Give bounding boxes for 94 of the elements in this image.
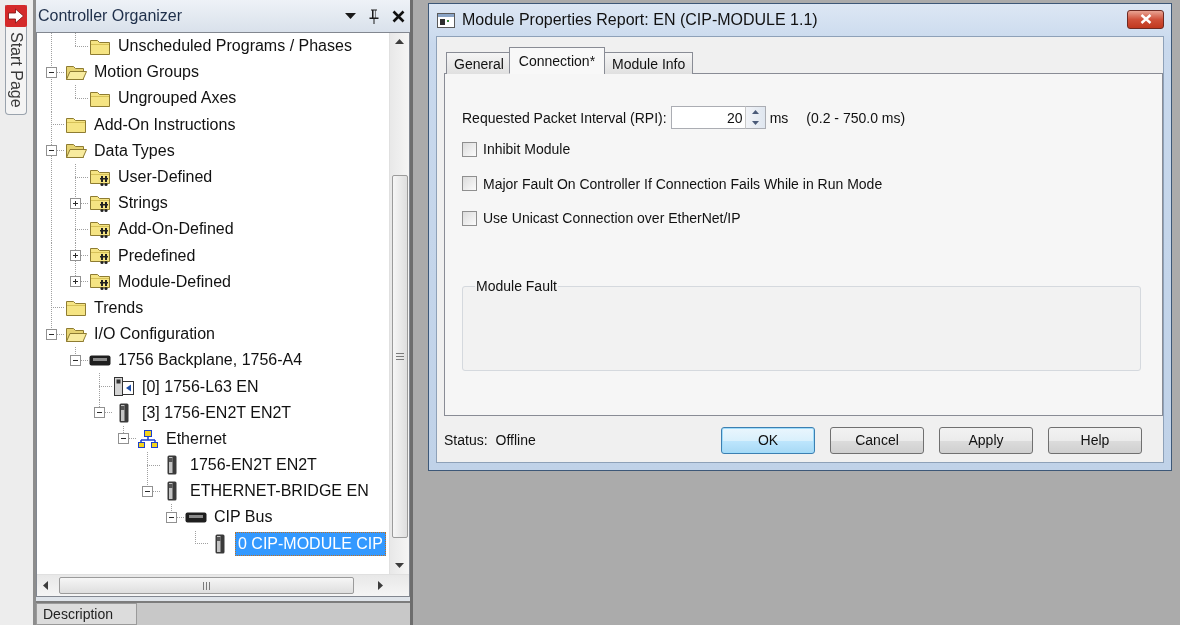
collapse-icon[interactable] [46, 145, 57, 157]
collapse-icon[interactable] [70, 354, 81, 366]
close-icon [1139, 14, 1152, 24]
scroll-thumb[interactable] [391, 175, 408, 538]
tree-item[interactable]: [3] 1756-EN2T EN2T [139, 400, 295, 425]
dialog-button[interactable]: OK [721, 426, 815, 454]
checkbox[interactable] [462, 210, 477, 226]
tree-item[interactable]: Ethernet [163, 426, 230, 451]
dialog-button[interactable]: Apply [939, 426, 1033, 454]
panel-title: Controller Organizer [38, 7, 184, 25]
checkbox[interactable] [462, 141, 477, 157]
tree-item[interactable]: 1756 Backplane, 1756-A4 [115, 348, 306, 373]
up-caret-icon[interactable] [751, 110, 759, 115]
expand-icon[interactable] [70, 197, 81, 209]
module-icon [167, 455, 177, 476]
tree-item[interactable]: Add-On-Defined [115, 217, 237, 242]
range-text: (0.2 - 750.0 ms) [806, 109, 906, 126]
field-label: Requested Packet Interval (RPI): [462, 109, 667, 126]
chassis-icon [89, 354, 111, 366]
tab[interactable]: Module Info [604, 52, 694, 74]
down-arrow-icon[interactable] [395, 563, 404, 568]
folder-symbol-icon [89, 219, 111, 239]
tree-item[interactable]: ETHERNET-BRIDGE EN [187, 479, 372, 504]
checkbox-label: Major Fault On Controller If Connection Fails While in Run Mode [483, 175, 883, 192]
collapse-icon[interactable] [118, 433, 129, 445]
description-header: Description [36, 603, 137, 625]
grip-icon [203, 581, 210, 590]
tab[interactable]: Connection* [508, 47, 606, 74]
tree-item[interactable]: Strings [115, 191, 171, 216]
folder-icon [65, 116, 87, 134]
status-label: Status: [444, 432, 488, 448]
tree-item[interactable]: 1756-EN2T EN2T [187, 453, 320, 478]
arrow-icon [5, 5, 27, 27]
tree-item[interactable]: Module-Defined [115, 269, 234, 294]
start-page-tab[interactable]: Start Page [5, 5, 27, 115]
tree-item[interactable]: Data Types [91, 138, 178, 163]
left-arrow-icon[interactable] [43, 581, 48, 590]
close-button[interactable] [1127, 9, 1164, 29]
tree-item[interactable]: I/O Configuration [91, 322, 218, 347]
vertical-scrollbar[interactable] [389, 33, 409, 574]
module-arrow-icon [114, 377, 134, 397]
module-icon [119, 402, 129, 423]
scroll-thumb[interactable] [59, 577, 354, 594]
status-value: Offline [495, 432, 536, 448]
collapse-icon[interactable] [166, 511, 177, 523]
unit-label: ms [769, 109, 789, 126]
tab[interactable]: General [446, 52, 512, 74]
folder-icon [65, 299, 87, 317]
tree-item[interactable]: Add-On Instructions [91, 112, 239, 137]
tree-item[interactable]: CIP Bus [211, 505, 276, 530]
collapse-icon[interactable] [94, 407, 105, 419]
expand-icon[interactable] [70, 276, 81, 288]
folder-symbol-icon [89, 246, 111, 266]
pin-icon[interactable] [369, 8, 379, 24]
folder-symbol-icon [89, 167, 111, 187]
tree-item[interactable]: [0] 1756-L63 EN [139, 374, 262, 399]
module-icon [215, 533, 225, 554]
tree-item[interactable]: Ungrouped Axes [115, 86, 240, 111]
window-icon [437, 12, 455, 28]
expand-icon[interactable] [70, 250, 81, 262]
tree-item[interactable]: User-Defined [115, 165, 216, 190]
tree-item[interactable]: Unscheduled Programs / Phases [115, 34, 355, 59]
tree-item[interactable]: Predefined [115, 243, 199, 268]
open-folder-icon [65, 325, 87, 343]
checkbox[interactable] [462, 176, 477, 191]
folder-icon [89, 37, 111, 55]
checkbox-label: Use Unicast Connection over EtherNet/IP [483, 210, 741, 226]
dialog-button[interactable]: Cancel [830, 426, 924, 454]
open-folder-icon [65, 142, 87, 160]
up-arrow-icon[interactable] [395, 39, 404, 44]
tree-item[interactable]: Trends [91, 295, 147, 320]
down-caret-icon[interactable] [751, 120, 759, 125]
dialog-title: Module Properties Report: EN (CIP-MODULE 1.1) [462, 11, 819, 29]
dialog-button[interactable]: Help [1048, 426, 1142, 454]
group-title: Module Fault [475, 278, 558, 294]
caret-icon[interactable] [345, 13, 356, 19]
folder-symbol-icon [89, 272, 111, 292]
collapse-icon[interactable] [46, 328, 57, 340]
folder-icon [89, 89, 111, 107]
collapse-icon[interactable] [46, 66, 57, 78]
chassis-icon [185, 511, 207, 523]
horizontal-scrollbar[interactable] [37, 574, 409, 596]
folder-symbol-icon [89, 193, 111, 213]
number-input[interactable]: 20 [670, 106, 745, 129]
grip-icon [395, 353, 404, 360]
right-arrow-icon[interactable] [378, 581, 383, 590]
open-folder-icon [65, 63, 87, 81]
collapse-icon[interactable] [142, 485, 153, 497]
close-icon[interactable] [392, 9, 405, 23]
spin-control[interactable] [744, 106, 766, 129]
network-icon [138, 429, 158, 448]
module-icon [167, 481, 177, 502]
checkbox-label: Inhibit Module [483, 141, 571, 157]
tree-item[interactable]: Motion Groups [91, 60, 202, 85]
